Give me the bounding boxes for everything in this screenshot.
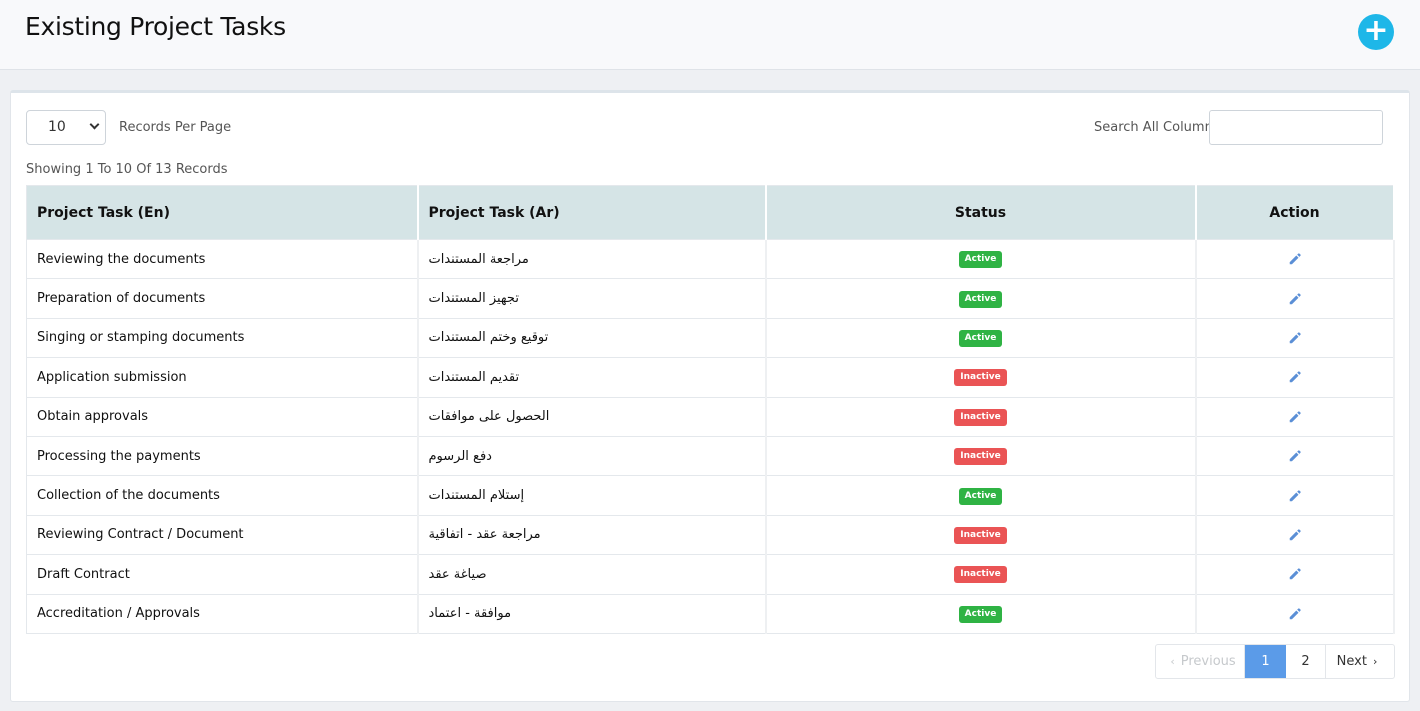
next-label: Next bbox=[1336, 654, 1367, 669]
status-cell: Inactive bbox=[765, 357, 1197, 398]
action-cell bbox=[1195, 278, 1395, 319]
task-name-ar: توقيع وختم المستندات bbox=[417, 317, 767, 359]
search-input[interactable] bbox=[1209, 110, 1383, 145]
task-name-ar: إستلام المستندات bbox=[417, 475, 767, 516]
task-name-en: Preparation of documents bbox=[26, 278, 419, 319]
status-badge: Active bbox=[958, 251, 1003, 269]
records-per-page-select[interactable]: 10 bbox=[26, 110, 106, 145]
status-cell: Active bbox=[765, 317, 1197, 359]
per-page-value: 10 bbox=[48, 119, 66, 135]
status-badge: Inactive bbox=[954, 566, 1007, 584]
next-page-button[interactable]: Next › bbox=[1326, 645, 1394, 678]
task-name-en: Draft Contract bbox=[26, 554, 419, 595]
pencil-icon[interactable] bbox=[1288, 607, 1302, 621]
table-row: Draft Contract صياغة عقد Inactive bbox=[26, 554, 1395, 595]
project-tasks-table: Project Task (En) Project Task (Ar) Stat… bbox=[26, 185, 1395, 634]
pencil-icon[interactable] bbox=[1288, 567, 1302, 581]
previous-label: Previous bbox=[1180, 654, 1236, 669]
previous-page-button[interactable]: ‹ Previous bbox=[1156, 645, 1245, 678]
table-row: Processing the payments دفع الرسوم Inactiv… bbox=[26, 435, 1395, 477]
task-name-en: Application submission bbox=[26, 357, 419, 398]
pencil-icon[interactable] bbox=[1288, 410, 1302, 424]
status-badge: Inactive bbox=[954, 369, 1007, 387]
status-cell: Active bbox=[765, 475, 1197, 516]
pencil-icon[interactable] bbox=[1288, 370, 1302, 384]
task-name-ar: صياغة عقد bbox=[417, 554, 767, 595]
table-row: Singing or stamping documents توقيع وختم … bbox=[26, 317, 1395, 359]
task-name-ar: مراجعة عقد - اتفاقية bbox=[417, 514, 767, 556]
pencil-icon[interactable] bbox=[1288, 449, 1302, 463]
table-row: Preparation of documents تجهيز المستندات A… bbox=[26, 278, 1395, 319]
action-cell bbox=[1195, 317, 1395, 359]
column-header-task-en[interactable]: Project Task (En) bbox=[26, 185, 419, 240]
status-cell: Inactive bbox=[765, 435, 1197, 477]
status-badge: Active bbox=[958, 605, 1003, 623]
task-name-ar: تجهيز المستندات bbox=[417, 278, 767, 319]
task-name-ar: مراجعة المستندات bbox=[417, 238, 767, 280]
column-header-task-ar[interactable]: Project Task (Ar) bbox=[417, 185, 767, 240]
column-header-status[interactable]: Status bbox=[765, 185, 1197, 240]
status-badge: Active bbox=[958, 290, 1003, 308]
pencil-icon[interactable] bbox=[1288, 528, 1302, 542]
pencil-icon[interactable] bbox=[1288, 489, 1302, 503]
status-cell: Inactive bbox=[765, 514, 1197, 556]
status-badge: Inactive bbox=[954, 448, 1007, 466]
page-button-2[interactable]: 2 bbox=[1286, 645, 1326, 678]
status-cell: Active bbox=[765, 593, 1197, 634]
table-row: Reviewing the documents مراجعة المستندات A… bbox=[26, 238, 1395, 280]
task-name-en: Singing or stamping documents bbox=[26, 317, 419, 359]
plus-circle-icon: + bbox=[1363, 13, 1389, 48]
chevron-down-icon bbox=[89, 119, 100, 130]
page-header: Existing Project Tasks + bbox=[0, 0, 1420, 70]
action-cell bbox=[1195, 435, 1395, 477]
task-name-ar: الحصول على موافقات bbox=[417, 396, 767, 437]
status-cell: Active bbox=[765, 278, 1197, 319]
records-per-page-label: Records Per Page bbox=[119, 120, 232, 135]
chevron-right-icon: › bbox=[1372, 655, 1378, 668]
action-cell bbox=[1195, 593, 1395, 634]
pencil-icon[interactable] bbox=[1288, 252, 1302, 266]
action-cell bbox=[1195, 514, 1395, 556]
task-name-en: Obtain approvals bbox=[26, 396, 419, 437]
task-name-ar: موافقة - اعتماد bbox=[417, 593, 767, 634]
task-name-en: Accreditation / Approvals bbox=[26, 593, 419, 634]
action-cell bbox=[1195, 475, 1395, 516]
pencil-icon[interactable] bbox=[1288, 292, 1302, 306]
table-row: Application submission تقديم المستندات Ina… bbox=[26, 357, 1395, 398]
status-cell: Active bbox=[765, 238, 1197, 280]
task-name-en: Reviewing the documents bbox=[26, 238, 419, 280]
search-label: Search All Columns bbox=[1094, 120, 1220, 135]
task-name-ar: دفع الرسوم bbox=[417, 435, 767, 477]
action-cell bbox=[1195, 238, 1395, 280]
status-badge: Inactive bbox=[954, 408, 1007, 426]
table-row: Collection of the documents إستلام المستن… bbox=[26, 475, 1395, 516]
pagination: ‹ Previous 1 2 Next › bbox=[1155, 644, 1395, 679]
task-name-en: Processing the payments bbox=[26, 435, 419, 477]
page-title: Existing Project Tasks bbox=[25, 12, 286, 41]
tasks-card: 10 Records Per Page Search All Columns S… bbox=[10, 90, 1410, 702]
status-cell: Inactive bbox=[765, 554, 1197, 595]
table-row: Obtain approvals الحصول على موافقات Inacti… bbox=[26, 396, 1395, 437]
page-button-1[interactable]: 1 bbox=[1245, 645, 1286, 678]
action-cell bbox=[1195, 357, 1395, 398]
task-name-en: Reviewing Contract / Document bbox=[26, 514, 419, 556]
table-row: Accreditation / Approvals موافقة - اعتماد… bbox=[26, 593, 1395, 634]
table-header-row: Project Task (En) Project Task (Ar) Stat… bbox=[26, 185, 1395, 240]
table-row: Reviewing Contract / Document مراجعة عقد … bbox=[26, 514, 1395, 556]
column-header-action: Action bbox=[1195, 185, 1395, 240]
pencil-icon[interactable] bbox=[1288, 331, 1302, 345]
task-name-ar: تقديم المستندات bbox=[417, 357, 767, 398]
chevron-left-icon: ‹ bbox=[1170, 655, 1175, 668]
action-cell bbox=[1195, 554, 1395, 595]
records-summary: Showing 1 To 10 Of 13 Records bbox=[26, 162, 228, 177]
status-badge: Active bbox=[958, 487, 1003, 505]
table-body: Reviewing the documents مراجعة المستندات A… bbox=[26, 238, 1395, 634]
status-badge: Active bbox=[958, 329, 1003, 347]
action-cell bbox=[1195, 396, 1395, 437]
status-cell: Inactive bbox=[765, 396, 1197, 437]
status-badge: Inactive bbox=[954, 526, 1007, 544]
task-name-en: Collection of the documents bbox=[26, 475, 419, 516]
add-task-button[interactable]: + bbox=[1358, 14, 1394, 50]
